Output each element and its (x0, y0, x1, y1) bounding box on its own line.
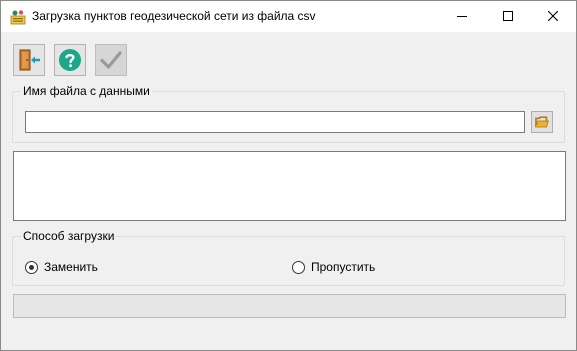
folder-open-icon (535, 116, 549, 128)
radio-replace-circle[interactable] (25, 261, 38, 274)
window-title: Загрузка пунктов геодезической сети из ф… (32, 9, 316, 23)
file-group-label: Имя файла с данными (21, 84, 152, 98)
radio-skip-label[interactable]: Пропустить (311, 260, 375, 274)
load-mode-label: Способ загрузки (21, 229, 117, 243)
minimize-icon (457, 16, 467, 17)
maximize-button[interactable] (485, 1, 531, 32)
file-path-input[interactable] (25, 111, 525, 133)
help-button[interactable] (54, 44, 86, 76)
help-icon (59, 49, 81, 71)
dialog-window: Загрузка пунктов геодезической сети из ф… (0, 0, 577, 351)
confirm-button[interactable] (95, 44, 127, 76)
log-textarea[interactable] (13, 151, 566, 221)
exit-door-icon (19, 49, 40, 71)
minimize-button[interactable] (439, 1, 485, 32)
geodetic-points-icon (10, 9, 26, 25)
radio-skip-circle[interactable] (292, 261, 305, 274)
radio-replace-label[interactable]: Заменить (44, 260, 98, 274)
exit-button[interactable] (13, 44, 45, 76)
checkmark-icon (100, 51, 122, 69)
close-icon (548, 11, 558, 21)
maximize-icon (503, 11, 513, 21)
browse-button[interactable] (531, 111, 553, 133)
radio-selected-dot (29, 265, 34, 270)
title-bar[interactable]: Загрузка пунктов геодезической сети из ф… (1, 1, 576, 32)
close-button[interactable] (530, 1, 576, 32)
progress-bar (13, 294, 566, 318)
